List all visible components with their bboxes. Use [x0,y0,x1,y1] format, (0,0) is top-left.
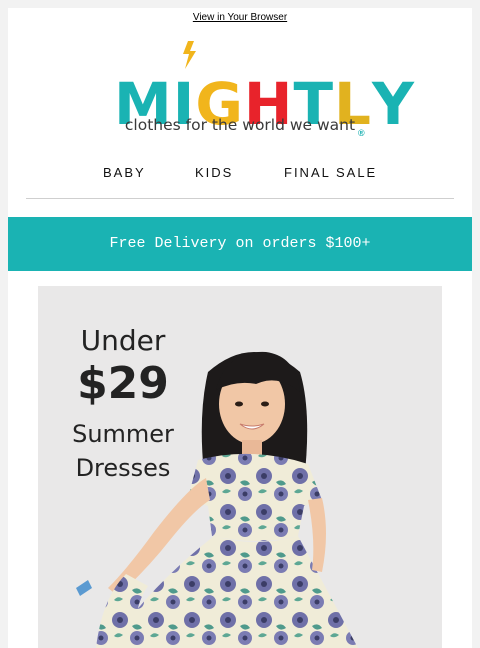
brand-logo[interactable]: MIGHTLY ® clothes for the world we want [8,36,472,138]
category-nav: BABY KIDS FINAL SALE [26,158,454,199]
nav-item-baby[interactable]: BABY [103,165,146,180]
hero-headline-summer: Summer [72,420,174,448]
free-delivery-banner[interactable]: Free Delivery on orders $100+ [8,217,472,271]
nav-item-kids[interactable]: KIDS [195,165,233,180]
hero-headline-price: $29 [77,358,169,409]
lightning-bolt-icon [183,41,196,69]
hero-image[interactable]: Under $29 Summer Dresses [38,286,442,648]
hero-headline-dresses: Dresses [75,454,171,482]
hero-headline-under: Under [80,324,166,357]
view-in-browser-link[interactable]: View in Your Browser [8,12,472,23]
nav-item-final-sale[interactable]: FINAL SALE [284,165,377,180]
brand-tagline: clothes for the world we want [124,116,356,134]
email-container: View in Your Browser MIGHTLY ® clothes f… [8,8,472,648]
